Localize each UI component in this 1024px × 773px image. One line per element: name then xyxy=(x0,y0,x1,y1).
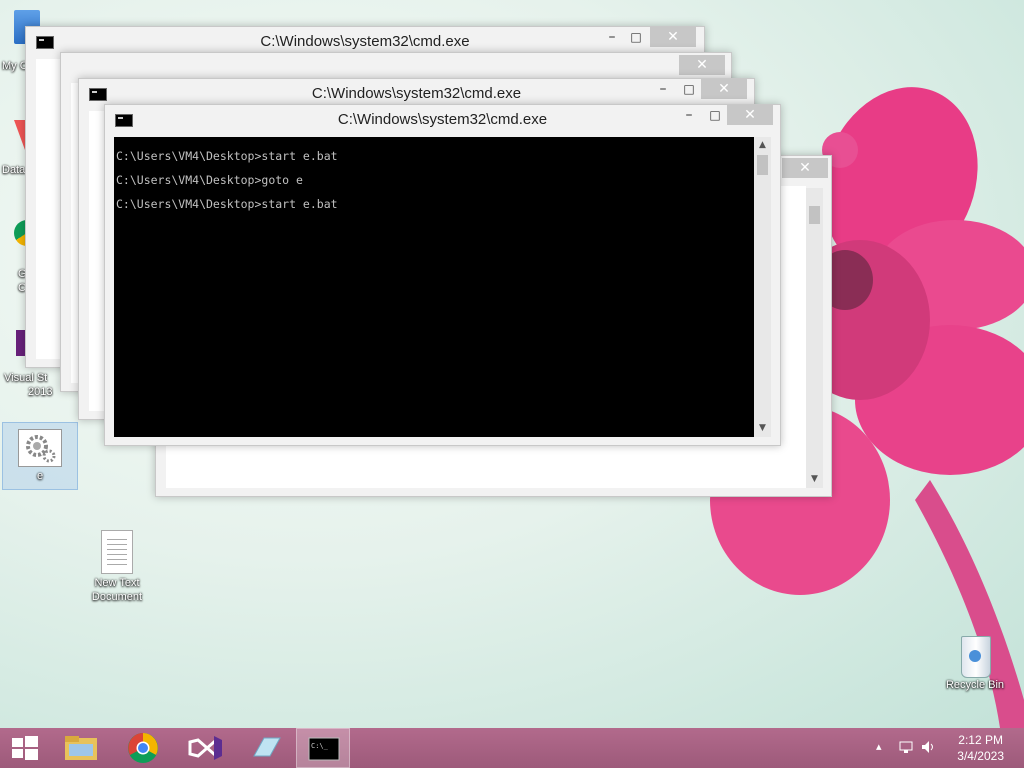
notepad-icon xyxy=(253,737,281,757)
scroll-up-arrow[interactable]: ▲ xyxy=(754,137,771,154)
gear-icon xyxy=(18,429,62,467)
scroll-thumb[interactable] xyxy=(809,206,820,224)
maximize-button[interactable]: □ xyxy=(701,105,729,125)
close-button[interactable]: ✕ xyxy=(679,55,725,75)
text-file-icon xyxy=(101,530,133,574)
cmd-taskbar-button[interactable]: C:\_ xyxy=(296,728,350,768)
trash-can-icon xyxy=(959,632,991,678)
network-icon[interactable] xyxy=(898,739,914,758)
data-shortcut-label: Data xyxy=(2,164,26,176)
close-button[interactable]: ✕ xyxy=(650,27,696,47)
new-text-document-label-1: New Text xyxy=(94,577,140,589)
start-button[interactable] xyxy=(0,728,48,768)
e-file-label: e xyxy=(36,470,44,482)
new-text-document-label-2: Document xyxy=(91,591,143,603)
close-button[interactable]: ✕ xyxy=(701,79,747,99)
chrome-icon xyxy=(128,733,158,763)
scroll-down-arrow[interactable]: ▼ xyxy=(754,420,771,437)
cmd-icon: C:\_ xyxy=(308,737,340,761)
scroll-thumb[interactable] xyxy=(757,155,768,175)
console-line: C:\Users\VM4\Desktop>start e.bat xyxy=(116,149,338,163)
show-hidden-icons-button[interactable]: ▴ xyxy=(876,740,882,753)
console-line: C:\Users\VM4\Desktop>goto e xyxy=(116,173,303,187)
notepad-button[interactable] xyxy=(240,728,294,768)
e-batch-file-icon[interactable]: e xyxy=(2,422,78,490)
clock-date: 3/4/2023 xyxy=(957,749,1004,763)
svg-text:C:\_: C:\_ xyxy=(311,742,329,750)
my-computer-label: My C xyxy=(2,60,28,72)
cmd-window-front[interactable]: C:\Windows\system32\cmd.exe – □ ✕ C:\Use… xyxy=(104,104,781,446)
recycle-bin-label: Recycle Bin xyxy=(945,679,1005,691)
maximize-button[interactable]: □ xyxy=(622,27,650,47)
visual-studio-icon xyxy=(188,736,222,760)
taskbar: C:\_ ▴ 2:12 PM 3/4/2023 xyxy=(0,728,1024,768)
folder-icon xyxy=(65,736,97,760)
windows-logo-icon xyxy=(12,736,38,760)
recycle-bin-icon[interactable]: Recycle Bin xyxy=(938,632,1012,692)
visual-studio-label-2: 2013 xyxy=(28,386,53,398)
close-button[interactable]: ✕ xyxy=(727,105,773,125)
vertical-scrollbar[interactable]: ▲ ▼ xyxy=(754,137,771,437)
close-button[interactable]: ✕ xyxy=(782,158,828,178)
minimize-button[interactable]: – xyxy=(675,105,703,125)
vertical-scrollbar[interactable]: ▼ xyxy=(806,188,823,488)
maximize-button[interactable]: □ xyxy=(675,79,703,99)
scroll-down-arrow[interactable]: ▼ xyxy=(806,471,823,488)
visual-studio-label-1: Visual St xyxy=(4,372,48,384)
visual-studio-button[interactable] xyxy=(178,728,232,768)
chrome-button[interactable] xyxy=(116,728,170,768)
clock[interactable]: 2:12 PM 3/4/2023 xyxy=(957,732,1004,764)
console-line: C:\Users\VM4\Desktop>start e.bat xyxy=(116,197,338,211)
console-output[interactable]: C:\Users\VM4\Desktop>start e.bat C:\User… xyxy=(114,137,754,437)
new-text-document-icon[interactable]: New Text Document xyxy=(80,530,154,604)
minimize-button[interactable]: – xyxy=(649,79,677,99)
clock-time: 2:12 PM xyxy=(958,733,1003,747)
desktop: My C Data G C Visual St 2013 e New Text … xyxy=(0,0,1024,728)
volume-icon[interactable] xyxy=(920,739,936,758)
file-explorer-button[interactable] xyxy=(54,728,108,768)
